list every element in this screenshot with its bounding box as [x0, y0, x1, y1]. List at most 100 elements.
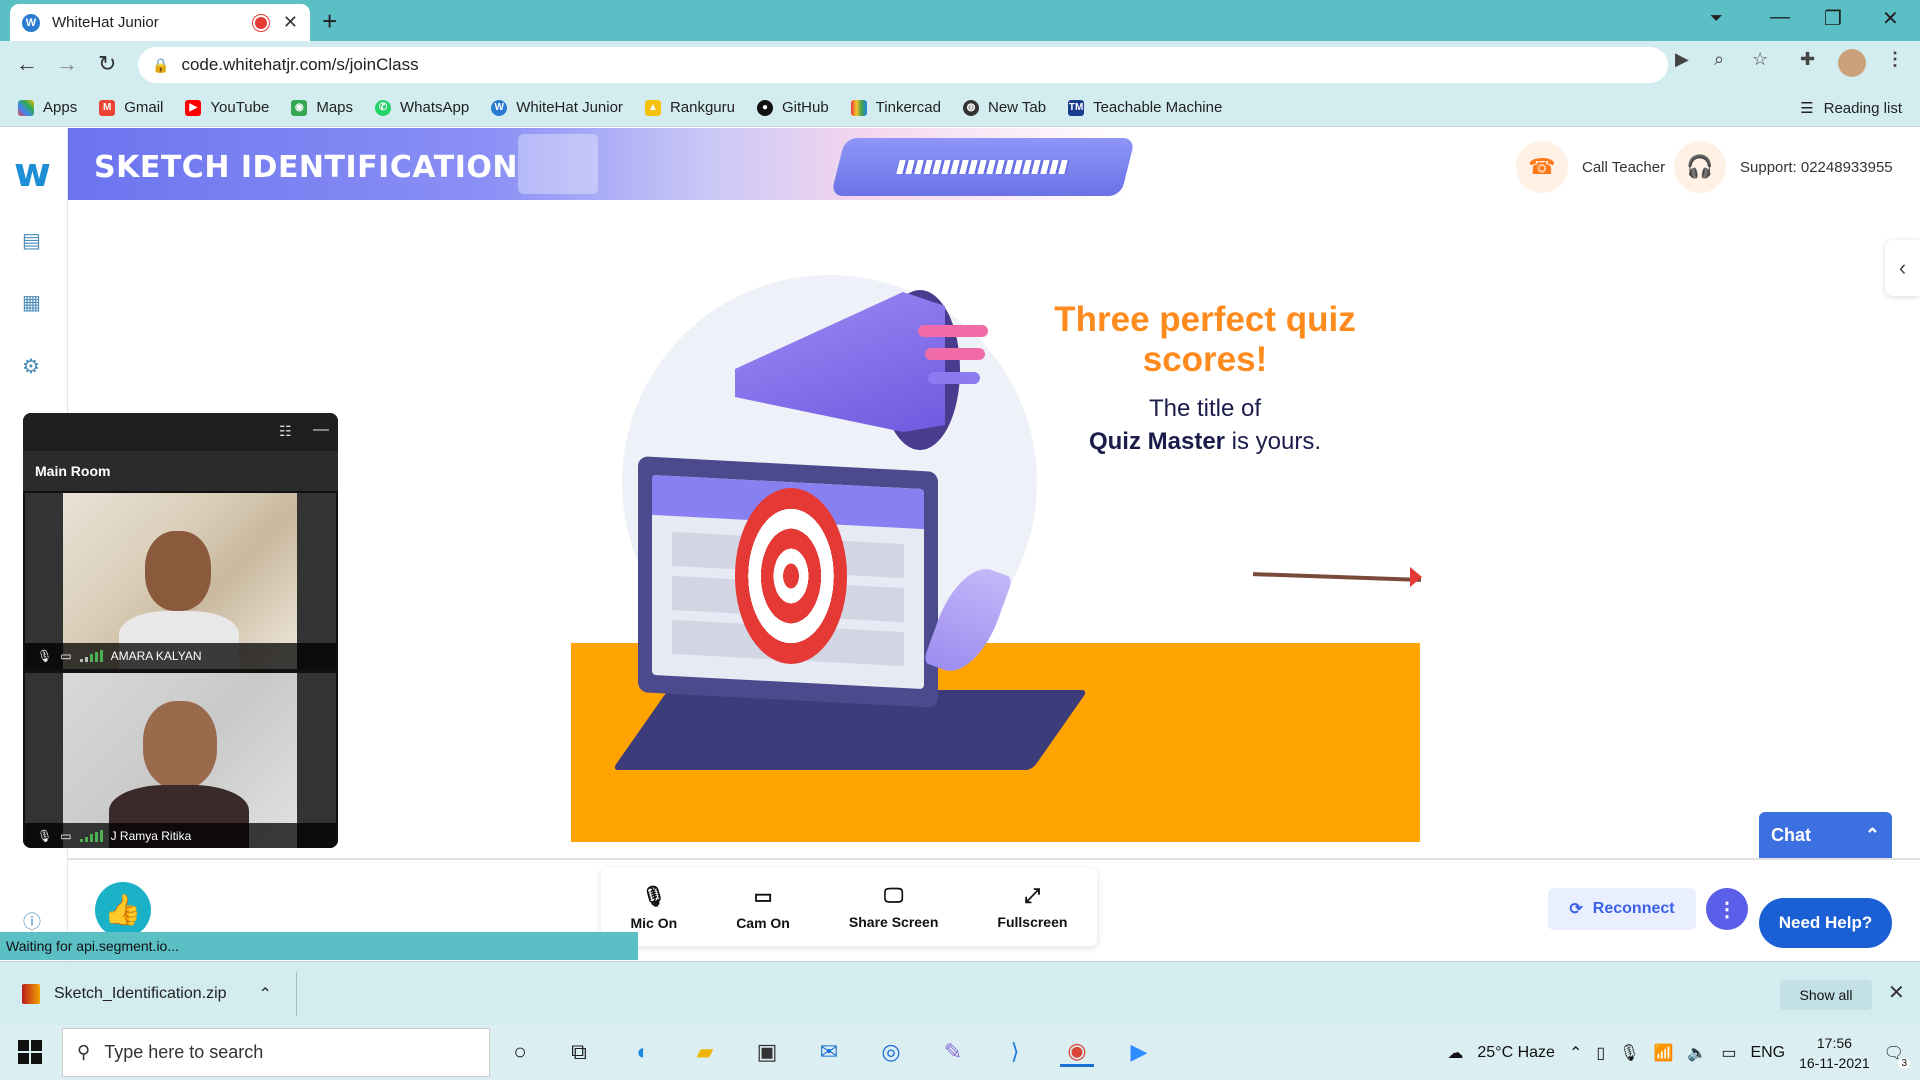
close-download-bar-icon[interactable]: ✕ [1888, 980, 1905, 1005]
youtube-icon: ▶ [185, 99, 202, 116]
participant-tile[interactable]: 🎙 ▭ J Ramya Ritika [23, 671, 338, 848]
target-icon [735, 488, 847, 664]
notes-icon[interactable]: ▦ [22, 290, 41, 315]
extensions-icon[interactable]: ✚ [1800, 49, 1815, 70]
camera-icon[interactable]: ▶ [1675, 49, 1689, 70]
chevron-up-icon[interactable]: ⌃ [1569, 1043, 1582, 1063]
fullscreen-button[interactable]: ⤢ Fullscreen [997, 885, 1067, 930]
bookmark-teachable[interactable]: TM Teachable Machine [1068, 99, 1222, 116]
need-help-button[interactable]: Need Help? [1759, 898, 1892, 948]
forward-button[interactable]: → [56, 51, 78, 77]
refresh-icon: ⟳ [1569, 901, 1583, 918]
bookmark-maps[interactable]: ◉ Maps [291, 99, 353, 116]
zoom-icon[interactable]: ⌕ [1714, 49, 1724, 70]
tab-search-icon[interactable]: ⏷ [1710, 10, 1723, 28]
thumbs-up-button[interactable]: 👍 [95, 882, 151, 938]
browser-tab[interactable]: W WhiteHat Junior ✕ [10, 4, 310, 41]
class-icon[interactable]: ▤ [22, 228, 41, 253]
info-icon[interactable]: ⓘ [23, 908, 41, 934]
paint-icon[interactable]: ✎ [936, 1037, 970, 1067]
participant-tile[interactable]: 🎙 ▭ AMARA KALYAN [23, 491, 338, 671]
whitehat-logo[interactable]: w [14, 150, 51, 196]
call-teacher-button[interactable]: ☎ Call Teacher [1516, 141, 1665, 193]
close-window-button[interactable]: ✕ [1882, 6, 1899, 31]
maps-icon: ◉ [291, 99, 308, 116]
mic-icon: 🎙 [37, 649, 53, 663]
bookmark-rankguru[interactable]: ▲ Rankguru [644, 99, 735, 116]
more-options-button[interactable]: ⋮ [1706, 888, 1748, 930]
chat-toggle[interactable]: Chat ⌃ [1759, 812, 1892, 858]
chrome-menu-icon[interactable]: ⋮ [1886, 49, 1904, 70]
sound-line [925, 348, 985, 360]
mic-icon: 🎙 [641, 885, 667, 908]
bookmark-whatsapp[interactable]: ✆ WhatsApp [375, 99, 469, 116]
microphone-icon[interactable]: 🎙 [1619, 1043, 1639, 1063]
edge-icon[interactable]: ◐ [626, 1037, 660, 1067]
volume-icon[interactable]: 🔈 [1687, 1043, 1707, 1063]
sound-line [918, 325, 988, 337]
back-button[interactable]: ← [16, 51, 38, 77]
gmail-icon: M [99, 99, 116, 116]
reload-button[interactable]: ↻ [98, 51, 116, 77]
address-bar[interactable]: 🔒 code.whitehatjr.com/s/joinClass [138, 47, 1668, 83]
taskbar-search[interactable]: ⚲ Type here to search [62, 1028, 490, 1077]
battery-icon[interactable]: ▭ [1721, 1043, 1736, 1063]
download-bar: Sketch_Identification.zip ⌃ Show all ✕ [0, 961, 1920, 1025]
bookmark-youtube[interactable]: ▶ YouTube [185, 99, 269, 116]
mic-icon: 🎙 [37, 829, 53, 843]
bookmark-gmail[interactable]: M Gmail [99, 99, 163, 116]
header-actions: ☎ Call Teacher 🎧 Support: 02248933955 [1460, 128, 1920, 206]
participant-label: 🎙 ▭ AMARA KALYAN [25, 643, 336, 669]
download-item[interactable]: Sketch_Identification.zip ⌃ [22, 962, 272, 1026]
reconnect-button[interactable]: ⟳ Reconnect [1548, 888, 1696, 930]
show-all-button[interactable]: Show all [1780, 980, 1872, 1010]
profile-avatar[interactable] [1838, 49, 1866, 77]
minimize-panel-icon[interactable]: — [313, 421, 329, 439]
minimize-button[interactable]: — [1770, 6, 1790, 29]
weather-text[interactable]: 25°C Haze [1477, 1044, 1555, 1062]
layout-toggle-icon[interactable]: ☷ [279, 423, 292, 440]
device-icon[interactable]: ▯ [1596, 1043, 1605, 1063]
close-tab-icon[interactable]: ✕ [283, 12, 298, 33]
mail-icon[interactable]: ✉ [812, 1037, 846, 1067]
bookmark-github[interactable]: ● GitHub [756, 99, 829, 116]
globe-icon: ◍ [962, 99, 979, 116]
language-indicator[interactable]: ENG [1750, 1044, 1785, 1062]
cortana-icon[interactable]: ○ [503, 1037, 537, 1067]
wifi-icon[interactable]: 📶 [1653, 1043, 1673, 1063]
tinkercad-icon [850, 99, 867, 116]
chevron-up-icon[interactable]: ⌃ [259, 984, 272, 1004]
file-explorer-icon[interactable]: ▰ [688, 1037, 722, 1067]
arrow-illustration [1252, 572, 1422, 582]
camera-button[interactable]: ▭ Cam On [736, 884, 790, 931]
chevron-left-icon: ‹ [1898, 255, 1907, 280]
share-screen-button[interactable]: 🖵 Share Screen [849, 885, 939, 930]
browser-toolbar: ← → ↻ 🔒 code.whitehatjr.com/s/joinClass … [0, 41, 1920, 89]
bookmark-whitehat[interactable]: W WhiteHat Junior [491, 99, 623, 116]
reading-list-button[interactable]: ☰ Reading list [1800, 89, 1902, 127]
chrome-icon[interactable]: ◉ [1060, 1037, 1094, 1067]
app-icon[interactable]: ◎ [874, 1037, 908, 1067]
bookmark-newtab[interactable]: ◍ New Tab [962, 99, 1046, 116]
task-view-icon[interactable]: ⧉ [562, 1037, 596, 1067]
restore-button[interactable]: ❐ [1824, 6, 1842, 31]
vscode-icon[interactable]: ⟩ [998, 1037, 1032, 1067]
bookmark-star-icon[interactable]: ☆ [1752, 49, 1768, 70]
windows-start-icon[interactable] [18, 1040, 42, 1064]
bookmark-tinkercad[interactable]: Tinkercad [850, 99, 941, 116]
collapse-panel-button[interactable]: ‹ [1885, 240, 1920, 296]
activity-icon[interactable]: ⚙ [22, 354, 40, 379]
bookmark-apps[interactable]: Apps [18, 99, 77, 116]
phone-icon: ☎ [1516, 141, 1568, 193]
video-panel-header[interactable]: ☷ — [23, 413, 338, 451]
new-tab-button[interactable]: + [322, 6, 337, 37]
zoom-app-icon[interactable]: ▶ [1122, 1037, 1156, 1067]
github-icon: ● [756, 99, 773, 116]
notifications-icon[interactable]: 🗨 3 [1884, 1043, 1910, 1069]
clock[interactable]: 17:56 16-11-2021 [1799, 1033, 1870, 1073]
mic-button[interactable]: 🎙 Mic On [631, 884, 678, 931]
store-icon[interactable]: ▣ [750, 1037, 784, 1067]
recording-icon [254, 16, 267, 29]
support-button[interactable]: 🎧 Support: 02248933955 [1674, 141, 1893, 193]
apps-grid-icon [18, 99, 34, 116]
